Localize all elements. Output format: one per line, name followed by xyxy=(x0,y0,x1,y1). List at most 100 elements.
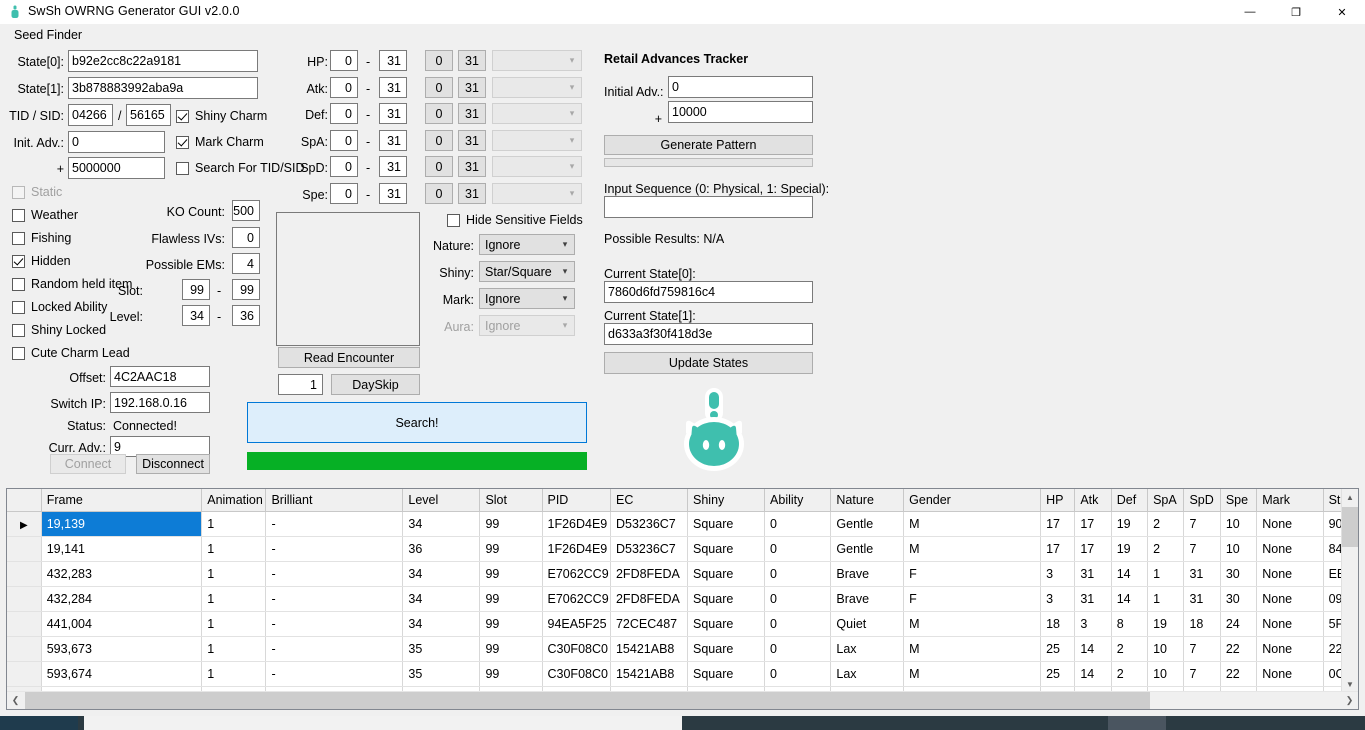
cell-ability[interactable]: 0 xyxy=(764,661,832,687)
cell-gender[interactable]: M xyxy=(903,511,1042,537)
cell-hp[interactable]: 18 xyxy=(1040,611,1076,637)
results-grid[interactable]: Frame Animation Brilliant Level Slot PID EC Shi… xyxy=(6,488,1359,710)
cell-spa[interactable]: 1 xyxy=(1147,586,1185,612)
column-header-spa[interactable]: SpA xyxy=(1147,489,1185,512)
column-header-def[interactable]: Def xyxy=(1111,489,1149,512)
cell-gender[interactable]: M xyxy=(903,611,1042,637)
column-header-spe[interactable]: Spe xyxy=(1220,489,1258,512)
iv-filter-min-button-def[interactable]: 0 xyxy=(425,103,453,124)
cell-animation[interactable]: 1 xyxy=(201,661,267,687)
cell-ability[interactable]: 0 xyxy=(764,611,832,637)
cell-ec[interactable]: D53236C7 xyxy=(610,536,689,562)
iv-min-input-spd[interactable]: 0 xyxy=(330,156,358,177)
cell-frame[interactable]: 432,283 xyxy=(41,561,203,587)
cell-ability[interactable]: 0 xyxy=(764,561,832,587)
cell-def[interactable]: 19 xyxy=(1111,511,1149,537)
row-header-column[interactable] xyxy=(7,489,42,512)
shiny-charm-checkbox[interactable]: Shiny Charm xyxy=(176,109,267,123)
cell-spa[interactable]: 10 xyxy=(1147,661,1185,687)
cell-ability[interactable]: 0 xyxy=(764,536,832,562)
cell-mark[interactable]: None xyxy=(1256,661,1324,687)
row-selector-cell[interactable] xyxy=(7,661,42,687)
cell-spd[interactable]: 18 xyxy=(1183,611,1221,637)
input-sequence-input[interactable] xyxy=(604,196,813,218)
scroll-right-icon[interactable]: ❯ xyxy=(1341,692,1358,709)
cell-spe[interactable]: 24 xyxy=(1220,611,1258,637)
cell-shiny[interactable]: Square xyxy=(687,611,766,637)
tid-input[interactable]: 04266 xyxy=(68,104,113,126)
cell-spd[interactable]: 7 xyxy=(1183,661,1221,687)
cell-animation[interactable]: 1 xyxy=(201,511,267,537)
flag-checkbox-cute-charm-lead[interactable]: Cute Charm Lead xyxy=(12,346,130,360)
cell-def[interactable]: 8 xyxy=(1111,611,1149,637)
iv-hidden-power-select-spe[interactable]: ▾ xyxy=(492,183,582,204)
column-header-mark[interactable]: Mark xyxy=(1256,489,1324,512)
cell-spe[interactable]: 22 xyxy=(1220,636,1258,662)
results-vertical-scrollbar[interactable]: ▲ ▼ xyxy=(1341,489,1358,693)
cell-animation[interactable]: 1 xyxy=(201,611,267,637)
cell-hp[interactable]: 17 xyxy=(1040,511,1076,537)
close-button[interactable]: ✕ xyxy=(1319,0,1365,24)
dayskip-button[interactable]: DaySkip xyxy=(331,374,420,395)
iv-filter-min-button-spa[interactable]: 0 xyxy=(425,130,453,151)
cell-gender[interactable]: F xyxy=(903,561,1042,587)
cell-def[interactable]: 14 xyxy=(1111,561,1149,587)
cell-ability[interactable]: 0 xyxy=(764,586,832,612)
row-selector-cell[interactable] xyxy=(7,611,42,637)
cell-shiny[interactable]: Square xyxy=(687,561,766,587)
cell-level[interactable]: 34 xyxy=(402,561,481,587)
iv-min-input-spe[interactable]: 0 xyxy=(330,183,358,204)
flag-checkbox-hidden[interactable]: Hidden xyxy=(12,254,71,268)
cell-level[interactable]: 35 xyxy=(402,661,481,687)
cell-level[interactable]: 36 xyxy=(402,536,481,562)
cell-nature[interactable]: Gentle xyxy=(830,511,905,537)
iv-filter-min-button-hp[interactable]: 0 xyxy=(425,50,453,71)
cell-mark[interactable]: None xyxy=(1256,561,1324,587)
cell-ec[interactable]: 15421AB8 xyxy=(610,661,689,687)
iv-max-input-spe[interactable]: 31 xyxy=(379,183,407,204)
current-state0-input[interactable]: 7860d6fd759816c4 xyxy=(604,281,813,303)
taskbar-tray[interactable] xyxy=(1108,716,1166,730)
cell-slot[interactable]: 99 xyxy=(479,536,543,562)
mark-charm-checkbox[interactable]: Mark Charm xyxy=(176,135,264,149)
cell-shiny[interactable]: Square xyxy=(687,511,766,537)
cell-ability[interactable]: 0 xyxy=(764,511,832,537)
cell-frame[interactable]: 19,141 xyxy=(41,536,203,562)
state0-input[interactable]: b92e2cc8c22a9181 xyxy=(68,50,258,72)
column-header-animation[interactable]: Animation xyxy=(201,489,267,512)
cell-hp[interactable]: 25 xyxy=(1040,661,1076,687)
dayskip-count-input[interactable]: 1 xyxy=(278,374,323,395)
cell-hp[interactable]: 3 xyxy=(1040,586,1076,612)
cell-gender[interactable]: M xyxy=(903,536,1042,562)
tracker-range-input[interactable]: 10000 xyxy=(668,101,813,123)
cell-atk[interactable]: 14 xyxy=(1074,661,1112,687)
cell-def[interactable]: 2 xyxy=(1111,636,1149,662)
level-max-input[interactable]: 36 xyxy=(232,305,260,326)
cell-ec[interactable]: 15421AB8 xyxy=(610,636,689,662)
cell-atk[interactable]: 3 xyxy=(1074,611,1112,637)
cell-spe[interactable]: 30 xyxy=(1220,586,1258,612)
sid-input[interactable]: 56165 xyxy=(126,104,171,126)
column-header-level[interactable]: Level xyxy=(402,489,481,512)
cell-frame[interactable]: 432,284 xyxy=(41,586,203,612)
cell-brilliant[interactable]: - xyxy=(265,536,404,562)
cell-brilliant[interactable]: - xyxy=(265,586,404,612)
cell-spa[interactable]: 2 xyxy=(1147,511,1185,537)
column-header-atk[interactable]: Atk xyxy=(1074,489,1112,512)
level-min-input[interactable]: 34 xyxy=(182,305,210,326)
table-row[interactable]: 593,674 1-35 99 C30F08C0 15421AB8 Square 0 Lax M… xyxy=(7,661,1344,687)
row-selector-cell[interactable] xyxy=(7,586,42,612)
cell-spd[interactable]: 7 xyxy=(1183,636,1221,662)
cell-pid[interactable]: 1F26D4E9 xyxy=(542,536,611,562)
cell-nature[interactable]: Quiet xyxy=(830,611,905,637)
shiny-filter-select[interactable]: Star/Square ▾ xyxy=(479,261,575,282)
cell-slot[interactable]: 99 xyxy=(479,511,543,537)
current-state1-input[interactable]: d633a3f30f418d3e xyxy=(604,323,813,345)
cell-ec[interactable]: D53236C7 xyxy=(610,511,689,537)
table-row[interactable]: ▶ 19,139 1-34 99 1F26D4E9 D53236C7 Square 0 Gent… xyxy=(7,511,1344,537)
iv-filter-max-button-spe[interactable]: 31 xyxy=(458,183,486,204)
vertical-scroll-thumb[interactable] xyxy=(1342,507,1358,547)
column-header-brilliant[interactable]: Brilliant xyxy=(265,489,404,512)
iv-filter-max-button-spd[interactable]: 31 xyxy=(458,156,486,177)
cell-brilliant[interactable]: - xyxy=(265,561,404,587)
